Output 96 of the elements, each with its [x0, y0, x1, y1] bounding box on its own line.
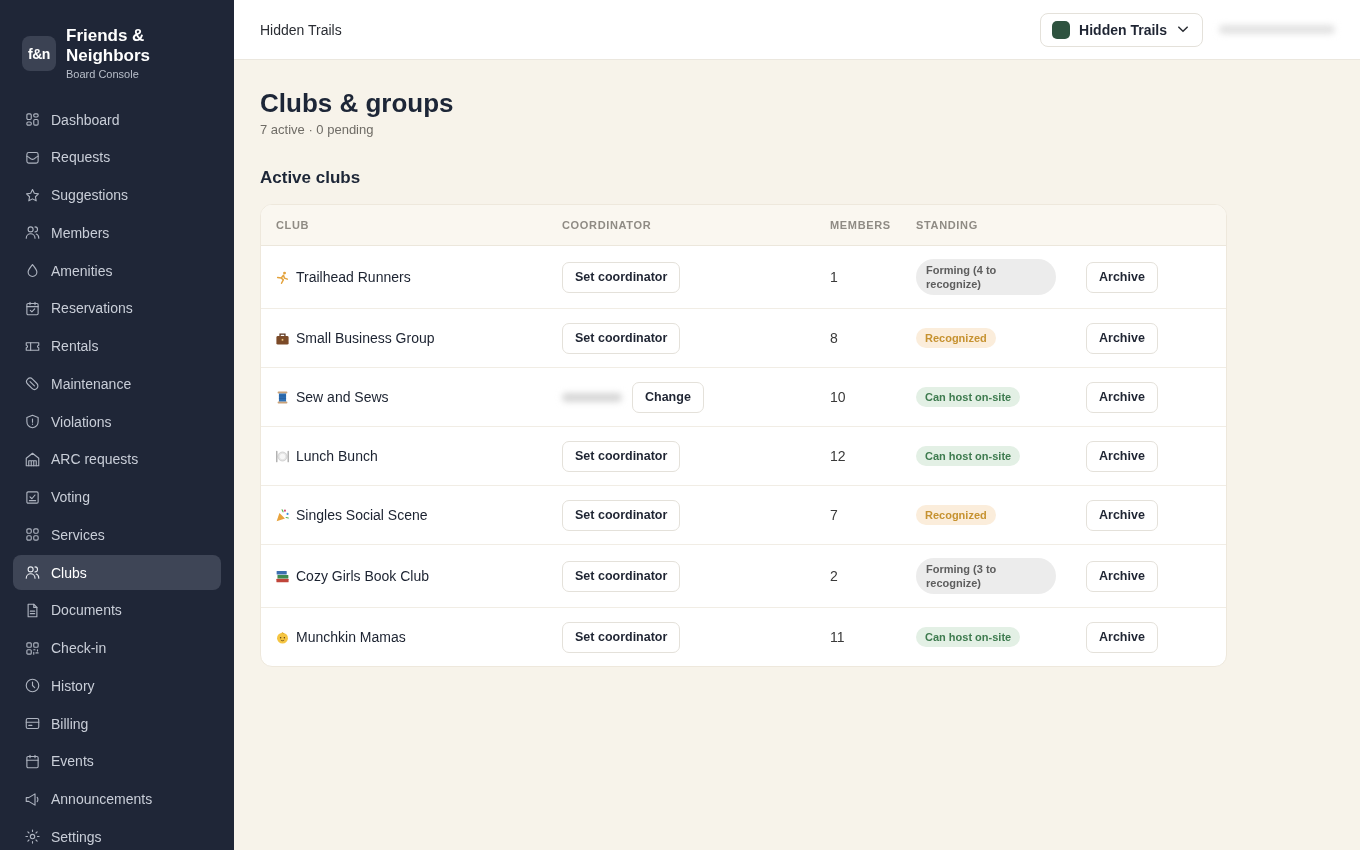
set-coordinator-button[interactable]: Set coordinator: [562, 322, 681, 354]
standing-badge: Recognized: [916, 328, 996, 348]
megaphone-icon: [25, 791, 40, 807]
community-switcher[interactable]: Hidden Trails: [1040, 12, 1203, 47]
member-count: 12: [830, 448, 846, 464]
brand-name: Friends & Neighbors: [66, 26, 152, 66]
books-icon: [276, 569, 289, 583]
member-count: 11: [830, 629, 845, 645]
people-icon: [25, 225, 40, 241]
section-title: Active clubs: [260, 167, 362, 189]
standing-badge: Can host on-site: [916, 446, 1021, 466]
brand-subtitle: Board Console: [66, 67, 140, 81]
nav-item[interactable]: Check-in: [13, 630, 221, 666]
people-icon: [25, 565, 40, 580]
nav-item[interactable]: Reservations: [13, 290, 221, 326]
member-count: 2: [830, 568, 838, 584]
clock-icon: [25, 678, 40, 694]
nav-item[interactable]: Violations: [13, 404, 221, 439]
page-title: Clubs & groups: [260, 87, 455, 119]
dashboard-icon: [25, 112, 40, 127]
plate-icon: [276, 449, 289, 463]
nav-item[interactable]: Settings: [13, 819, 221, 850]
nav-item[interactable]: ARC requests: [13, 441, 221, 477]
archive-button[interactable]: Archive: [1086, 440, 1158, 472]
archive-button[interactable]: Archive: [1086, 381, 1158, 413]
nav-item[interactable]: Members: [13, 215, 221, 251]
club-name: Cozy Girls Book Club: [296, 568, 430, 584]
nav-item[interactable]: Dashboard: [13, 102, 221, 137]
nav-item[interactable]: Billing: [13, 706, 221, 741]
club-name: Small Business Group: [296, 330, 435, 346]
star-icon: [25, 187, 40, 203]
community-swatch-icon: [1052, 20, 1071, 39]
standing-badge: Forming (4 to recognize): [916, 259, 1056, 295]
shield-icon: [25, 414, 40, 429]
qr-code-icon: [25, 640, 40, 656]
logo: f&n: [22, 36, 56, 71]
nav-item[interactable]: Voting: [13, 479, 221, 515]
standing-badge: Recognized: [916, 505, 996, 525]
nav-item[interactable]: Announcements: [13, 781, 221, 817]
page-breadcrumb: Hidden Trails: [260, 21, 342, 38]
nav-item[interactable]: Services: [13, 517, 221, 553]
standing-badge: Can host on-site: [916, 627, 1021, 647]
club-name: Lunch Bunch: [296, 448, 378, 464]
credit-card-icon: [25, 716, 40, 731]
set-coordinator-button[interactable]: Set coordinator: [562, 499, 681, 531]
column-header: COORDINATOR: [562, 219, 652, 231]
thread-spool-icon: [276, 390, 289, 404]
checkbox-icon: [25, 489, 40, 505]
document-icon: [25, 602, 40, 618]
archive-button[interactable]: Archive: [1086, 261, 1158, 293]
set-coordinator-button[interactable]: Set coordinator: [562, 261, 681, 293]
archive-button[interactable]: Archive: [1086, 560, 1158, 592]
baby-face-icon: [276, 630, 289, 644]
nav-item[interactable]: Suggestions: [13, 177, 221, 213]
drop-icon: [25, 263, 40, 278]
column-header: MEMBERS: [830, 219, 891, 231]
page-subtitle: 7 active · 0 pending: [260, 121, 375, 139]
pill-icon: [25, 376, 40, 392]
club-name: Singles Social Scene: [296, 507, 428, 523]
chevron-down-icon: [1178, 26, 1188, 33]
party-popper-icon: [276, 508, 289, 522]
archive-button[interactable]: Archive: [1086, 322, 1158, 354]
club-name: Sew and Sews: [296, 389, 389, 405]
nav-item[interactable]: Maintenance: [13, 366, 221, 402]
nav-item[interactable]: Requests: [13, 139, 221, 175]
nav-item[interactable]: Events: [13, 743, 221, 779]
standing-badge: Can host on-site: [916, 387, 1021, 407]
club-name: Trailhead Runners: [296, 269, 411, 285]
column-header: STANDING: [916, 219, 978, 231]
calendar-icon: [25, 753, 40, 769]
column-header: CLUB: [276, 219, 310, 231]
set-coordinator-button[interactable]: Set coordinator: [562, 440, 681, 472]
archive-button[interactable]: Archive: [1086, 499, 1158, 531]
set-coordinator-button[interactable]: Set coordinator: [562, 621, 681, 653]
nav-item[interactable]: History: [13, 668, 221, 704]
club-name: Munchkin Mamas: [296, 629, 406, 645]
set-coordinator-button[interactable]: Set coordinator: [562, 560, 681, 592]
grid-icon: [25, 527, 40, 543]
calendar-check-icon: [25, 300, 40, 316]
settings-icon: [25, 829, 40, 845]
standing-badge: Forming (3 to recognize): [916, 558, 1056, 594]
runner-icon: [276, 270, 289, 284]
member-count: 8: [830, 330, 838, 346]
nav-item[interactable]: Amenities: [13, 253, 221, 288]
change-coordinator-button[interactable]: Change: [632, 381, 704, 413]
nav-item[interactable]: Rentals: [13, 328, 221, 364]
member-count: 7: [830, 507, 838, 523]
briefcase-icon: [276, 331, 289, 345]
building-icon: [25, 451, 40, 467]
member-count: 1: [830, 269, 838, 285]
redacted-name: [562, 392, 622, 402]
member-count: 10: [830, 389, 846, 405]
nav-item[interactable]: Clubs: [13, 555, 221, 590]
nav-item[interactable]: Documents: [13, 592, 221, 628]
inbox-icon: [25, 149, 40, 165]
archive-button[interactable]: Archive: [1086, 621, 1158, 653]
